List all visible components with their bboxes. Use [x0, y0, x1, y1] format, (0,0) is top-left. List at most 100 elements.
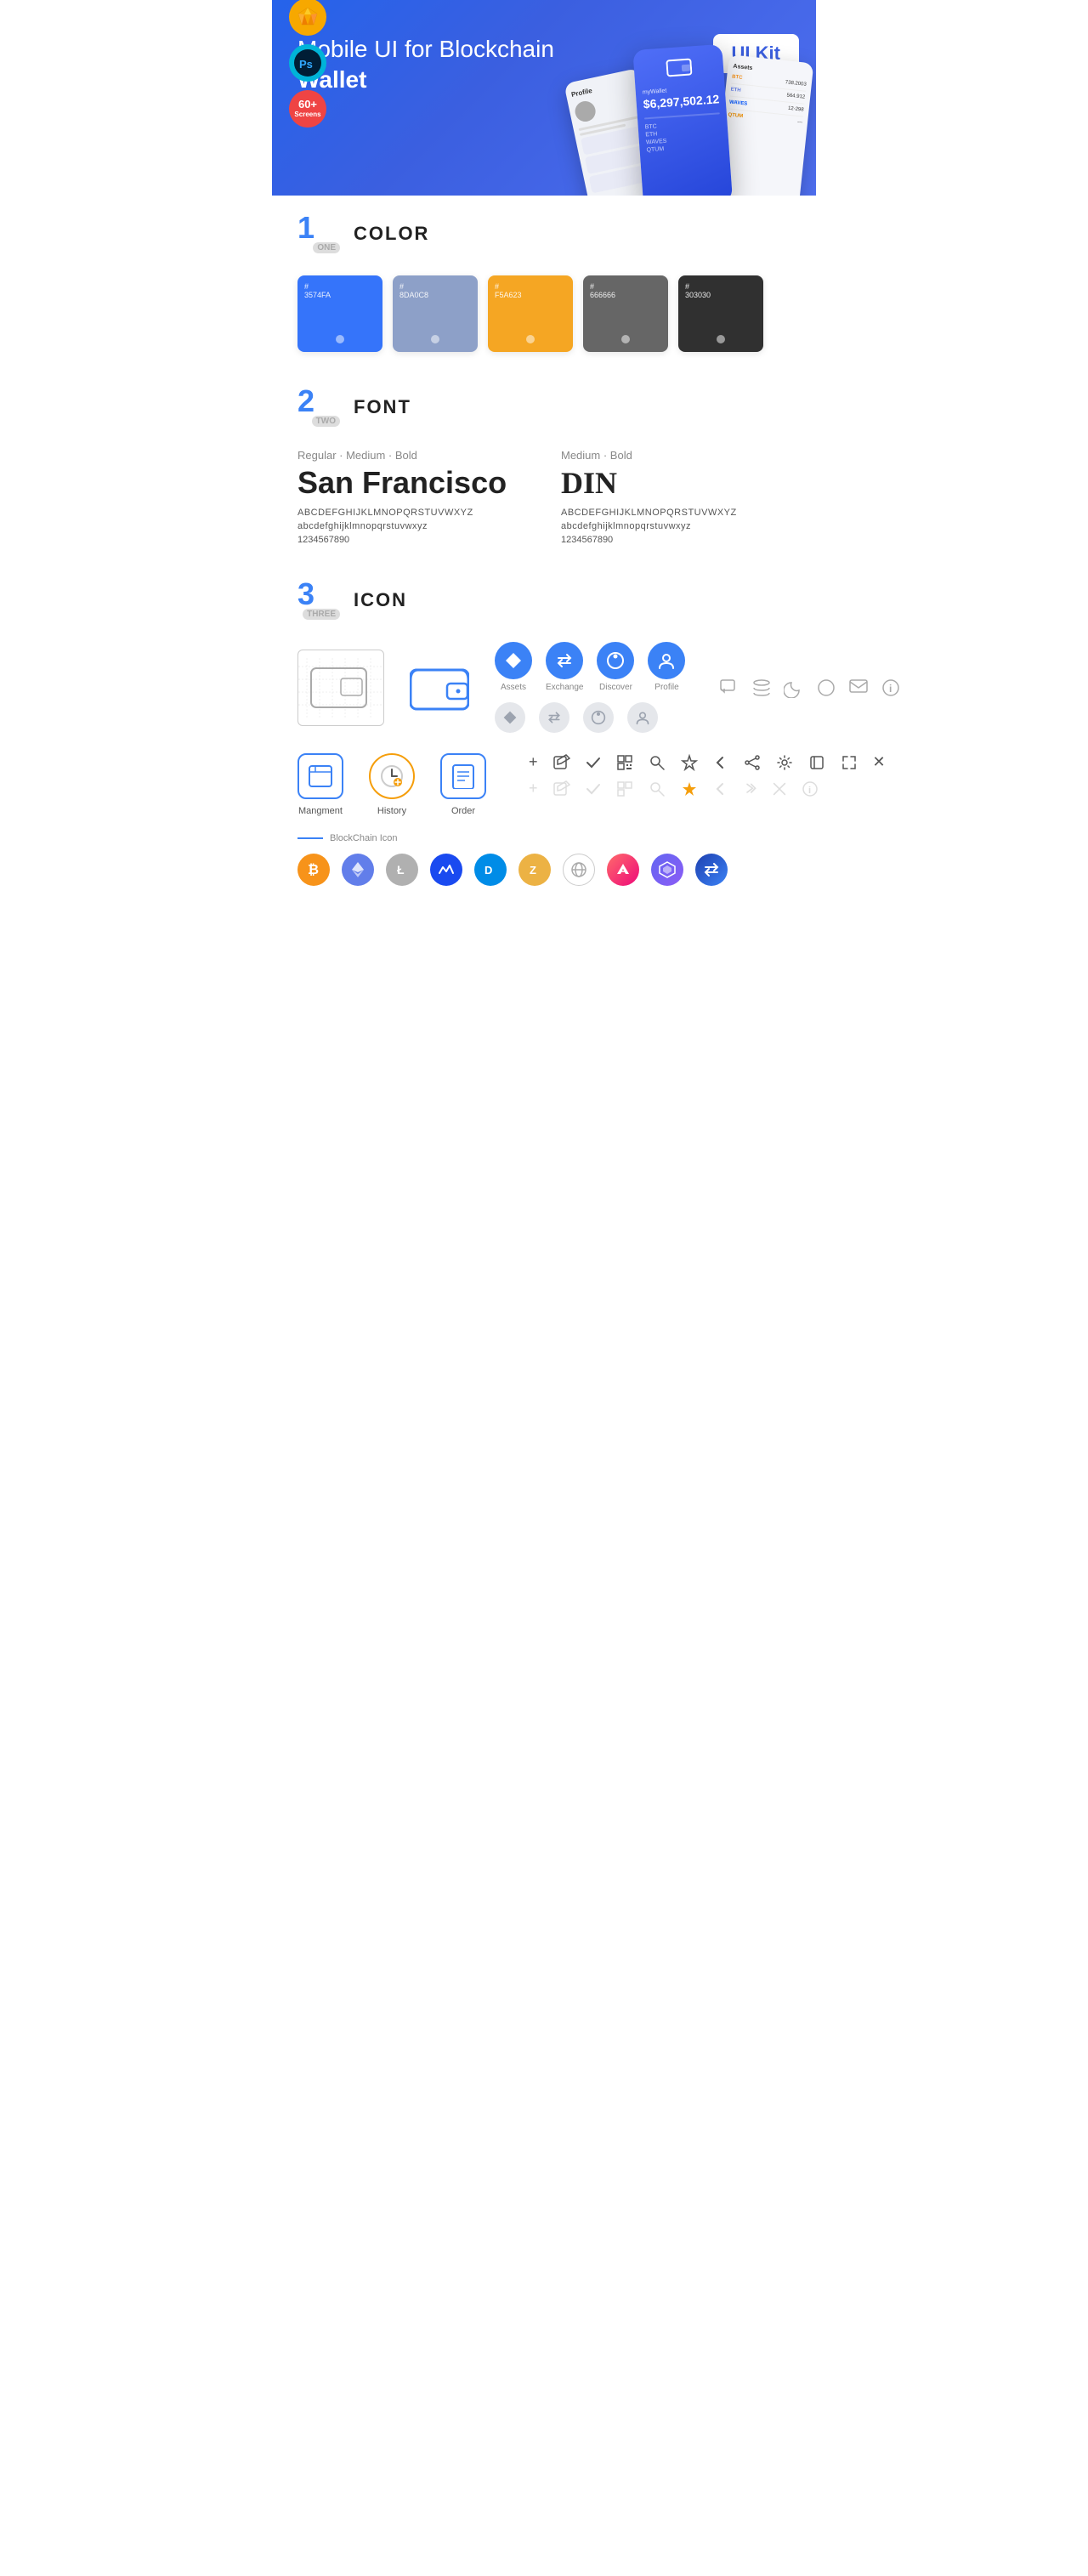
- history-svg: [379, 763, 405, 789]
- section-number-2: 2 TWO: [298, 386, 340, 428]
- phone-mockups: Profile myWallet $6,297,502.12: [565, 38, 816, 196]
- tool-icons-section: + ✕ +: [529, 753, 886, 797]
- misc-icons-top: i: [719, 678, 901, 698]
- svg-text:i: i: [808, 786, 811, 796]
- download-icon: [808, 754, 825, 771]
- sketch-icon: [297, 6, 319, 28]
- poly-svg: [658, 860, 677, 879]
- back-icon-muted: [713, 781, 728, 797]
- profile-icon-gray: [627, 702, 658, 733]
- check-icon-muted: [586, 781, 601, 797]
- exchange-icon-gray: [539, 702, 570, 733]
- ae-svg: [614, 860, 632, 879]
- badge-sketch: [289, 0, 326, 36]
- hero-section: Mobile UI for Blockchain Wallet UI Kit P…: [272, 0, 816, 196]
- action-icons-row: Mangment History: [298, 753, 790, 816]
- management-icon-box: [298, 753, 343, 799]
- wallet-outline-grid: [298, 650, 384, 726]
- icon-title: ICON: [354, 589, 407, 611]
- photoshop-icon: Ps: [294, 49, 321, 77]
- misc-icons-right: i: [719, 678, 901, 698]
- assets-label: Assets: [501, 683, 526, 692]
- wallet-filled-svg: [410, 663, 469, 712]
- discover-icon-circle: [597, 642, 634, 679]
- crypto-icons-row: ₿ Ł: [298, 854, 790, 886]
- icon-management: Mangment: [298, 753, 343, 816]
- management-label: Mangment: [298, 806, 343, 816]
- tool-icons-active: + ✕: [529, 753, 886, 771]
- settings-icon: [776, 754, 793, 771]
- crypto-ltc: Ł: [386, 854, 418, 886]
- exchange-label: Exchange: [546, 683, 583, 692]
- svg-text:i: i: [889, 683, 892, 695]
- crypto-zec: Z: [518, 854, 551, 886]
- color-section-header: 1 ONE COLOR: [298, 213, 790, 255]
- qr-icon-muted: [616, 780, 633, 797]
- dash-svg: D: [481, 860, 500, 879]
- font-section: 2 TWO FONT Regular · Medium · Bold San F…: [298, 386, 790, 545]
- hero-badges: Ps 60+ Screens: [289, 0, 326, 128]
- forward-icon-muted: [744, 782, 757, 796]
- icon-section: 3 THREE ICON: [298, 579, 790, 886]
- stack-icon: [751, 678, 772, 698]
- edit-icon-muted: [553, 780, 570, 797]
- color-section: 1 ONE COLOR #3574FA #8DA0C8 #F5A623: [298, 213, 790, 352]
- blockchain-text: BlockChain Icon: [330, 833, 398, 843]
- discover-label: Discover: [599, 683, 632, 692]
- discover-icon-svg: [606, 651, 625, 670]
- crypto-eth: [342, 854, 374, 886]
- exchange-icon-circle: [546, 642, 583, 679]
- section-number-1: 1 ONE: [298, 213, 340, 255]
- phone-mock-2: myWallet $6,297,502.12 BTC ETH WAVES QTU…: [632, 44, 733, 196]
- wallet-grid-svg: [298, 658, 383, 718]
- sf-numbers: 1234567890: [298, 535, 527, 545]
- net-svg: [570, 860, 588, 879]
- discover-icon-gray: [583, 702, 614, 733]
- icon-profile: Profile: [648, 642, 685, 692]
- font-san-francisco: Regular · Medium · Bold San Francisco AB…: [298, 449, 527, 545]
- management-svg: [308, 764, 333, 788]
- nav-icons-colored: Assets Exchange: [495, 642, 685, 733]
- assets-icon-svg: [504, 651, 523, 670]
- sf-name: San Francisco: [298, 465, 527, 501]
- color-title: COLOR: [354, 223, 429, 245]
- circle-icon: [816, 678, 836, 698]
- order-label: Order: [451, 806, 475, 816]
- section-number-3: 3 THREE: [298, 579, 340, 621]
- sf-uppercase: ABCDEFGHIJKLMNOPQRSTUVWXYZ: [298, 508, 527, 518]
- font-content: Regular · Medium · Bold San Francisco AB…: [298, 449, 790, 545]
- svg-text:Ps: Ps: [299, 58, 313, 71]
- main-content: 1 ONE COLOR #3574FA #8DA0C8 #F5A623: [272, 196, 816, 937]
- zec-svg: Z: [525, 860, 544, 879]
- qr-icon: [616, 754, 633, 771]
- crypto-swap: [695, 854, 728, 886]
- profile-label: Profile: [654, 683, 678, 692]
- ltc-svg: Ł: [393, 860, 411, 879]
- plus-icon-muted: +: [529, 780, 538, 797]
- icon-order: Order: [440, 753, 486, 816]
- swatch-gray: #666666: [583, 275, 668, 352]
- icon-exchange: Exchange: [546, 642, 583, 692]
- profile-icon-circle: [648, 642, 685, 679]
- profile-gray-svg: [635, 710, 650, 725]
- moon-icon: [784, 678, 804, 698]
- font-title: FONT: [354, 396, 411, 418]
- history-label: History: [377, 806, 406, 816]
- assets-icon-gray: [495, 702, 525, 733]
- exchange-icon-svg: [555, 651, 574, 670]
- message-icon: [848, 678, 869, 698]
- waves-svg: [437, 860, 456, 879]
- assets-gray-svg: [502, 710, 518, 725]
- svg-text:Ł: Ł: [397, 863, 405, 877]
- profile-icon-svg: [657, 651, 676, 670]
- star-icon: [681, 754, 698, 771]
- crypto-dash: D: [474, 854, 507, 886]
- badge-ps: Ps: [289, 44, 326, 82]
- info-icon: i: [881, 678, 901, 698]
- assets-icon-circle: [495, 642, 532, 679]
- check-icon: [586, 755, 601, 770]
- edit-icon: [553, 754, 570, 771]
- icon-history: History: [369, 753, 415, 816]
- swatch-orange: #F5A623: [488, 275, 573, 352]
- crypto-poly: [651, 854, 683, 886]
